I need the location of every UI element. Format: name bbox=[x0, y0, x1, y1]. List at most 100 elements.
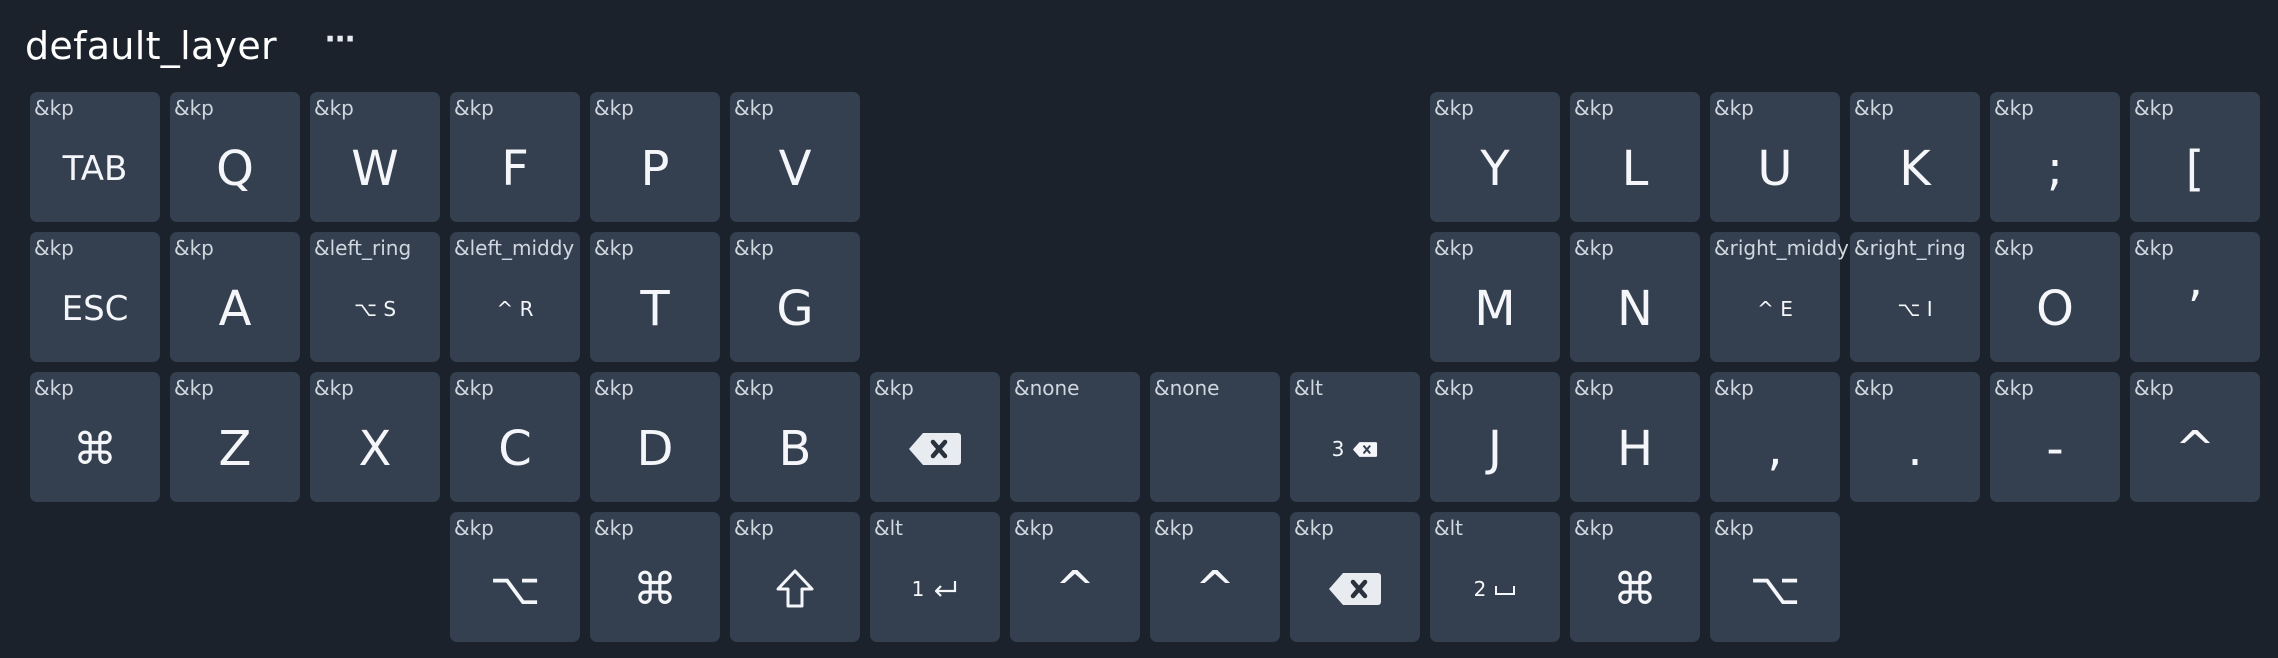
key-behavior: &kp bbox=[1434, 96, 1474, 120]
key-r2-c13[interactable]: &kp. bbox=[1850, 372, 1980, 502]
key-r2-c2[interactable]: &kp X bbox=[310, 372, 440, 502]
key-r3-c5[interactable]: &kp bbox=[730, 512, 860, 642]
key-r2-c6[interactable]: &kp bbox=[870, 372, 1000, 502]
key-legend: ⌘ bbox=[590, 544, 720, 634]
key-label: T bbox=[640, 281, 670, 337]
key-behavior: &kp bbox=[734, 96, 774, 120]
key-r3-c8[interactable]: &kp ^ bbox=[1150, 512, 1280, 642]
key-behavior: &kp bbox=[174, 96, 214, 120]
key-behavior: &kp bbox=[594, 96, 634, 120]
key-behavior: &kp bbox=[2134, 236, 2174, 260]
key-r2-c5[interactable]: &kp B bbox=[730, 372, 860, 502]
key-behavior: &kp bbox=[1434, 236, 1474, 260]
key-r1-c0[interactable]: &kp ESC bbox=[30, 232, 160, 362]
key-r2-c8[interactable]: &none bbox=[1150, 372, 1280, 502]
key-r3-c6[interactable]: &lt 1 bbox=[870, 512, 1000, 642]
key-r2-c12[interactable]: &kp, bbox=[1710, 372, 1840, 502]
key-label: U bbox=[1757, 141, 1793, 197]
key-r0-c10[interactable]: &kp Y bbox=[1430, 92, 1560, 222]
key-behavior: &kp bbox=[1994, 236, 2034, 260]
key-legend: X bbox=[310, 404, 440, 494]
key-legend: ⌥ bbox=[450, 544, 580, 634]
key-r0-c14[interactable]: &kp; bbox=[1990, 92, 2120, 222]
key-r2-c15[interactable]: &kp ^ bbox=[2130, 372, 2260, 502]
key-r3-c4[interactable]: &kp ⌘ bbox=[590, 512, 720, 642]
key-r1-c12[interactable]: &right_middy ^ E bbox=[1710, 232, 1849, 362]
key-behavior: &kp bbox=[1294, 516, 1334, 540]
key-r0-c3[interactable]: &kp F bbox=[450, 92, 580, 222]
key-legend: ’ bbox=[2130, 264, 2260, 354]
key-legend: J bbox=[1430, 404, 1560, 494]
key-behavior: &right_middy bbox=[1714, 236, 1849, 260]
key-legend bbox=[1150, 404, 1280, 494]
key-legend: A bbox=[170, 264, 300, 354]
key-r2-c14[interactable]: &kp - bbox=[1990, 372, 2120, 502]
key-r1-c3[interactable]: &left_middy ^ R bbox=[450, 232, 580, 362]
key-r2-c3[interactable]: &kp C bbox=[450, 372, 580, 502]
key-legend: C bbox=[450, 404, 580, 494]
key-r1-c11[interactable]: &kp N bbox=[1570, 232, 1700, 362]
key-r0-c13[interactable]: &kp K bbox=[1850, 92, 1980, 222]
key-r3-c3[interactable]: &kp ⌥ bbox=[450, 512, 580, 642]
key-r2-c10[interactable]: &kp J bbox=[1430, 372, 1560, 502]
key-legend: V bbox=[730, 124, 860, 214]
key-r2-c4[interactable]: &kp D bbox=[590, 372, 720, 502]
key-legend: K bbox=[1850, 124, 1980, 214]
key-behavior: &kp bbox=[1854, 376, 1894, 400]
key-label: . bbox=[1907, 421, 1923, 477]
key-r0-c12[interactable]: &kp U bbox=[1710, 92, 1840, 222]
key-behavior: &kp bbox=[1014, 516, 1054, 540]
key-legend: M bbox=[1430, 264, 1560, 354]
key-r2-c0[interactable]: &kp ⌘ bbox=[30, 372, 160, 502]
key-r3-c10[interactable]: &lt 2 bbox=[1430, 512, 1560, 642]
key-r1-c14[interactable]: &kp O bbox=[1990, 232, 2120, 362]
key-legend: ^ bbox=[2130, 404, 2260, 494]
key-behavior: &none bbox=[1014, 376, 1080, 400]
key-legend: 3 bbox=[1290, 404, 1420, 494]
key-legend: ⌥ S bbox=[310, 264, 440, 354]
key-label: , bbox=[1767, 421, 1783, 477]
key-r1-c5[interactable]: &kp G bbox=[730, 232, 860, 362]
key-legend: W bbox=[310, 124, 440, 214]
key-legend: , bbox=[1710, 404, 1840, 494]
key-r2-c9[interactable]: &lt 3 bbox=[1290, 372, 1420, 502]
key-label: ^ bbox=[2174, 421, 2216, 477]
key-r0-c1[interactable]: &kp Q bbox=[170, 92, 300, 222]
key-behavior: &lt bbox=[874, 516, 903, 540]
key-r0-c2[interactable]: &kp W bbox=[310, 92, 440, 222]
key-behavior: &kp bbox=[874, 376, 914, 400]
key-legend: TAB bbox=[30, 124, 160, 214]
key-r1-c13[interactable]: &right_ring ⌥ I bbox=[1850, 232, 1980, 362]
key-r3-c12[interactable]: &kp ⌥ bbox=[1710, 512, 1840, 642]
key-r1-c15[interactable]: &kp ’ bbox=[2130, 232, 2260, 362]
key-r3-c7[interactable]: &kp ^ bbox=[1010, 512, 1140, 642]
key-behavior: &kp bbox=[314, 376, 354, 400]
key-label: ⌥ I bbox=[1897, 297, 1933, 321]
key-r3-c11[interactable]: &kp ⌘ bbox=[1570, 512, 1700, 642]
key-r2-c1[interactable]: &kp Z bbox=[170, 372, 300, 502]
key-r2-c7[interactable]: &none bbox=[1010, 372, 1140, 502]
key-r1-c2[interactable]: &left_ring ⌥ S bbox=[310, 232, 440, 362]
key-legend: F bbox=[450, 124, 580, 214]
key-label: ^ E bbox=[1757, 297, 1793, 321]
key-legend: U bbox=[1710, 124, 1840, 214]
key-r0-c5[interactable]: &kp V bbox=[730, 92, 860, 222]
key-behavior: &kp bbox=[594, 376, 634, 400]
key-label: ^ bbox=[1194, 561, 1236, 617]
key-legend: ⌥ I bbox=[1850, 264, 1980, 354]
key-r0-c0[interactable]: &kp TAB bbox=[30, 92, 160, 222]
key-r0-c15[interactable]: &kp [ bbox=[2130, 92, 2260, 222]
key-r0-c4[interactable]: &kp P bbox=[590, 92, 720, 222]
key-behavior: &kp bbox=[734, 516, 774, 540]
key-r0-c11[interactable]: &kp L bbox=[1570, 92, 1700, 222]
key-r3-c9[interactable]: &kp bbox=[1290, 512, 1420, 642]
key-r2-c11[interactable]: &kp H bbox=[1570, 372, 1700, 502]
key-r1-c1[interactable]: &kp A bbox=[170, 232, 300, 362]
key-label: F bbox=[501, 141, 529, 197]
key-legend: ESC bbox=[30, 264, 160, 354]
key-r1-c4[interactable]: &kp T bbox=[590, 232, 720, 362]
key-r1-c10[interactable]: &kp M bbox=[1430, 232, 1560, 362]
key-legend: G bbox=[730, 264, 860, 354]
key-behavior: &kp bbox=[1574, 376, 1614, 400]
key-label: ⌘ bbox=[1613, 563, 1657, 615]
